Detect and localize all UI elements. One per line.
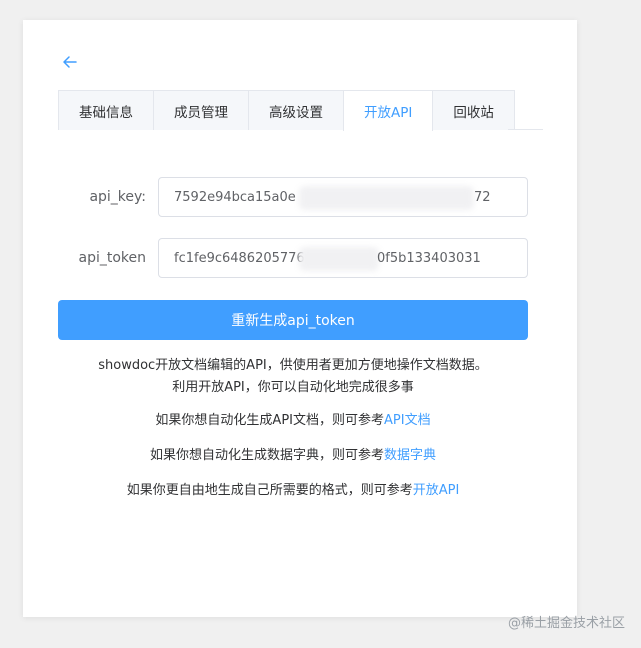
api-key-row: api_key: 7592e94bca15a0e 72 [58, 177, 528, 217]
api-token-input[interactable]: fc1fe9c6486205776 0f5b133403031 [158, 238, 528, 278]
tab-member-management[interactable]: 成员管理 [153, 90, 249, 130]
description-line-1: showdoc开放文档编辑的API，供使用者更加方便地操作文档数据。 [98, 358, 488, 373]
tab-open-api[interactable]: 开放API [343, 90, 434, 131]
open-api-link[interactable]: 开放API [413, 483, 460, 498]
data-dict-link[interactable]: 数据字典 [384, 448, 436, 463]
description-open-api: 如果你更自由地生成自己所需要的格式，则可参考开放API [58, 480, 528, 502]
api-doc-link[interactable]: API文档 [384, 413, 431, 428]
data-dict-text: 如果你想自动化生成数据字典，则可参考 [149, 448, 384, 463]
api-token-value-start: fc1fe9c6486205776 [174, 250, 305, 266]
open-api-text: 如果你更自由地生成自己所需要的格式，则可参考 [126, 483, 413, 498]
description-line-2: 利用开放API，你可以自动化地完成很多事 [172, 380, 414, 395]
tab-advanced-settings[interactable]: 高级设置 [248, 90, 344, 130]
tab-basic-info[interactable]: 基础信息 [58, 90, 154, 130]
redaction-blur [299, 247, 379, 271]
settings-card: 基础信息 成员管理 高级设置 开放API 回收站 api_key: 7592e9… [23, 20, 577, 617]
description-data-dict: 如果你想自动化生成数据字典，则可参考数据字典 [58, 445, 528, 467]
api-key-label: api_key: [89, 189, 146, 205]
settings-tabs: 基础信息 成员管理 高级设置 开放API 回收站 [58, 90, 543, 131]
watermark: @稀土掘金技术社区 [507, 616, 625, 631]
tab-recycle-bin[interactable]: 回收站 [432, 90, 515, 130]
api-key-input[interactable]: 7592e94bca15a0e 72 [158, 177, 528, 217]
tab-divider-line [508, 129, 542, 130]
api-token-value-end: 0f5b133403031 [377, 250, 481, 266]
back-arrow-icon[interactable] [61, 53, 79, 71]
api-token-row: api_token fc1fe9c6486205776 0f5b13340303… [58, 238, 528, 278]
api-doc-text: 如果你想自动化生成API文档，则可参考 [155, 413, 384, 428]
api-key-value-start: 7592e94bca15a0e [174, 189, 296, 205]
description-api-doc: 如果你想自动化生成API文档，则可参考API文档 [58, 410, 528, 432]
regenerate-token-button[interactable]: 重新生成api_token [58, 300, 528, 340]
redaction-blur [299, 186, 474, 210]
description-intro: showdoc开放文档编辑的API，供使用者更加方便地操作文档数据。 利用开放A… [58, 355, 528, 399]
api-key-value-end: 72 [474, 189, 491, 205]
api-token-label: api_token [78, 250, 146, 266]
